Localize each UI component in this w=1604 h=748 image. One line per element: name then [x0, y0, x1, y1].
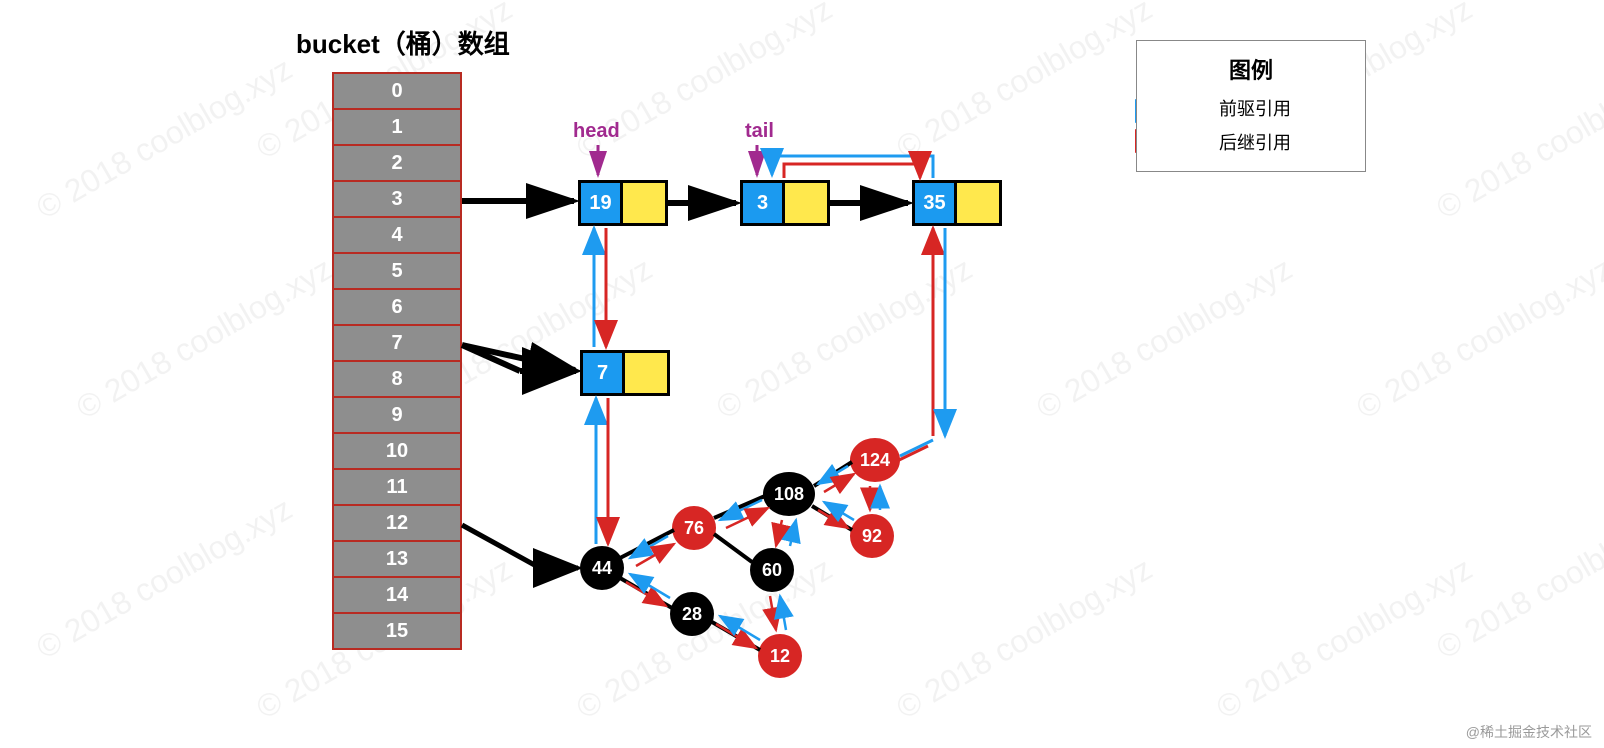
bucket-cell: 5	[332, 252, 462, 290]
watermark: © 2018 coolblog.xyz	[890, 0, 1158, 167]
watermark: © 2018 coolblog.xyz	[1210, 550, 1478, 726]
tail-label: tail	[745, 120, 774, 143]
list-node-35: 35	[912, 180, 1002, 226]
legend-row-next: 后继引用	[1161, 129, 1341, 155]
tree-node-28: 28	[670, 592, 714, 636]
bucket-cell: 14	[332, 576, 462, 614]
watermark: © 2018 coolblog.xyz	[1430, 50, 1604, 226]
legend-title: 图例	[1161, 53, 1341, 85]
tree-node-124: 124	[850, 438, 900, 482]
node-value: 35	[915, 183, 957, 223]
node-value: 7	[583, 353, 625, 393]
bucket-array: 0 1 2 3 4 5 6 7 8 9 10 11 12 13 14 15	[332, 74, 462, 650]
list-node-19: 19	[578, 180, 668, 226]
bucket-cell: 7	[332, 324, 462, 362]
tree-node-108: 108	[763, 472, 815, 516]
bucket-cell: 9	[332, 396, 462, 434]
watermark: © 2018 coolblog.xyz	[1430, 490, 1604, 666]
node-pointer	[957, 183, 999, 223]
watermark: © 2018 coolblog.xyz	[30, 490, 298, 666]
node-pointer	[785, 183, 827, 223]
bucket-cell: 10	[332, 432, 462, 470]
node-value: 3	[743, 183, 785, 223]
bucket-cell: 12	[332, 504, 462, 542]
tree-node-92: 92	[850, 514, 894, 558]
list-node-3: 3	[740, 180, 830, 226]
attribution-text: @稀土掘金技术社区	[1466, 722, 1592, 742]
bucket-cell: 11	[332, 468, 462, 506]
tree-node-12: 12	[758, 634, 802, 678]
bucket-cell: 13	[332, 540, 462, 578]
bucket-cell: 15	[332, 612, 462, 650]
legend-next-label: 后继引用	[1219, 129, 1291, 155]
bucket-cell: 1	[332, 108, 462, 146]
tree-node-44: 44	[580, 546, 624, 590]
bucket-cell: 6	[332, 288, 462, 326]
node-value: 19	[581, 183, 623, 223]
bucket-cell: 2	[332, 144, 462, 182]
list-node-7: 7	[580, 350, 670, 396]
legend-box: 图例 前驱引用 后继引用	[1136, 40, 1366, 172]
legend-prev-label: 前驱引用	[1219, 95, 1291, 121]
tree-node-76: 76	[672, 506, 716, 550]
watermark: © 2018 coolblog.xyz	[1350, 250, 1604, 426]
bucket-cell: 0	[332, 72, 462, 110]
legend-row-prev: 前驱引用	[1161, 95, 1341, 121]
diagram-title: bucket（桶）数组	[296, 24, 510, 61]
node-pointer	[625, 353, 667, 393]
bucket-cell: 3	[332, 180, 462, 218]
tree-node-60: 60	[750, 548, 794, 592]
watermark: © 2018 coolblog.xyz	[30, 50, 298, 226]
node-pointer	[623, 183, 665, 223]
head-label: head	[573, 120, 620, 143]
bucket-cell: 8	[332, 360, 462, 398]
watermark: © 2018 coolblog.xyz	[70, 250, 338, 426]
watermark: © 2018 coolblog.xyz	[1030, 250, 1298, 426]
watermark: © 2018 coolblog.xyz	[890, 550, 1158, 726]
bucket-cell: 4	[332, 216, 462, 254]
watermark: © 2018 coolblog.xyz	[710, 250, 978, 426]
